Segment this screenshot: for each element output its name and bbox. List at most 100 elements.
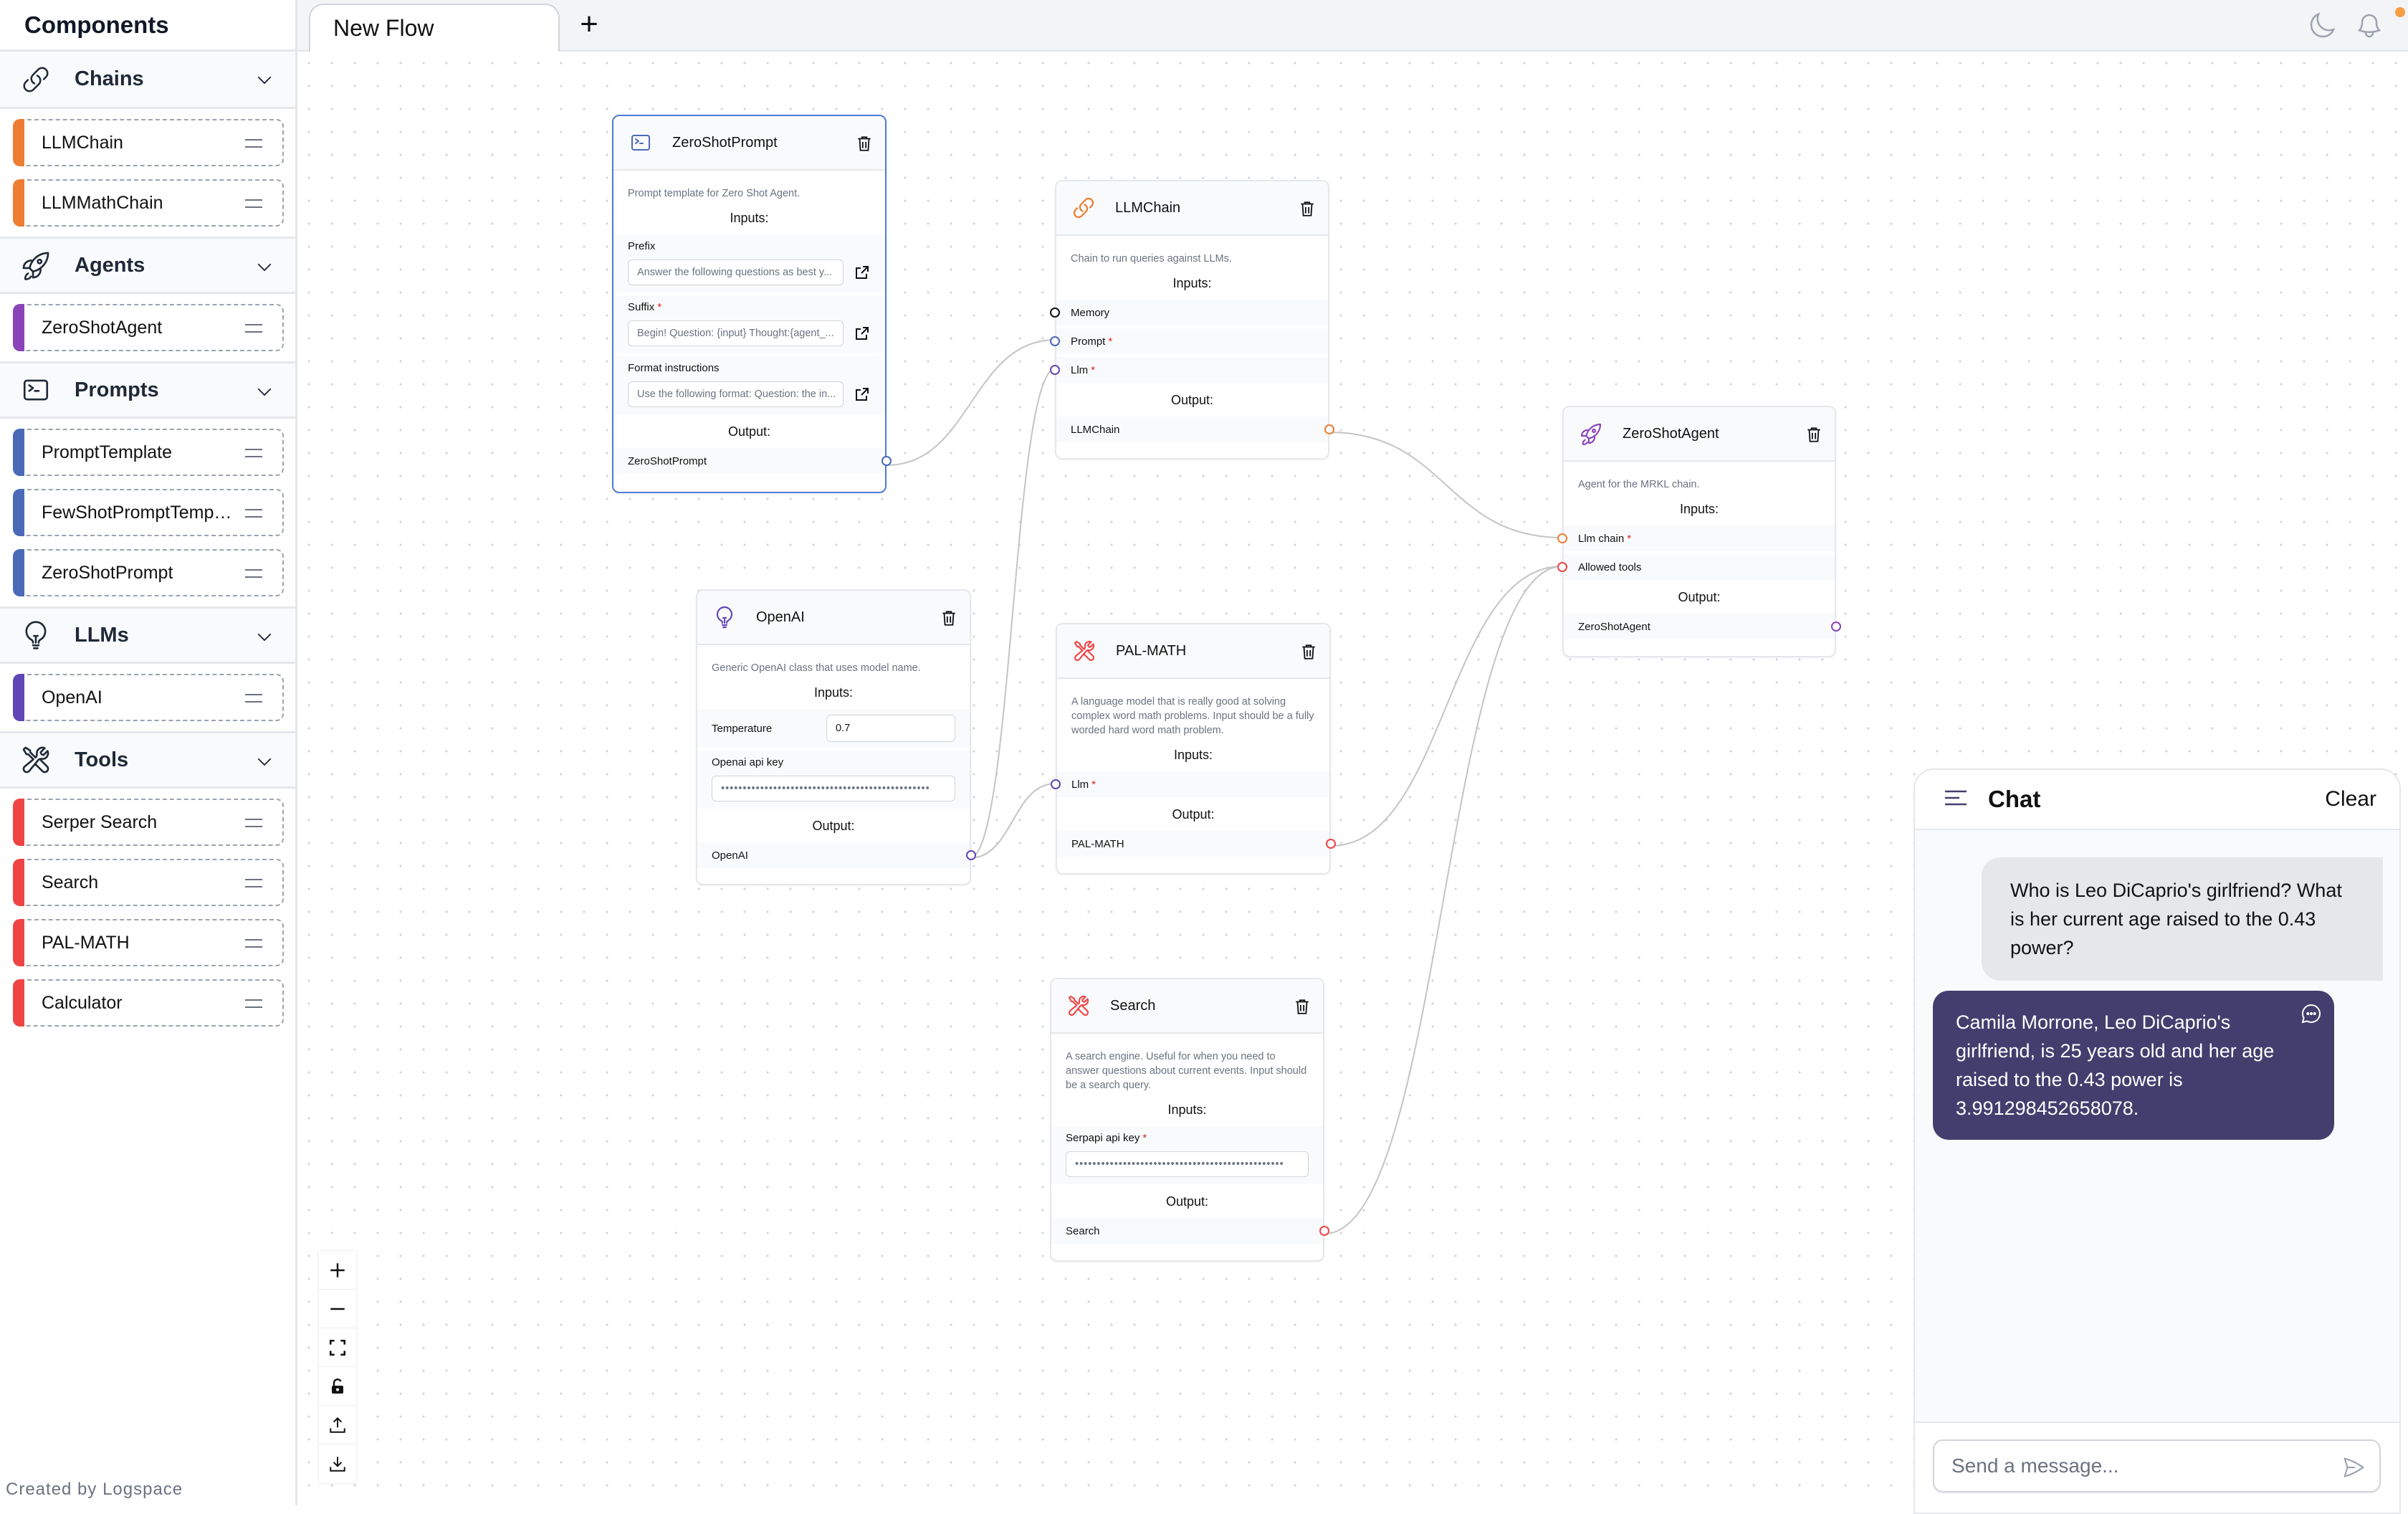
- color-bar: [13, 674, 24, 721]
- node-openai[interactable]: OpenAI Generic OpenAI class that uses mo…: [696, 589, 976, 885]
- output-handle[interactable]: [966, 850, 976, 860]
- component-fewshotprompttemplate[interactable]: FewShotPromptTemplate: [13, 489, 284, 536]
- category-chains[interactable]: Chains: [0, 52, 295, 109]
- inputs-heading: Inputs:: [1167, 1103, 1207, 1117]
- inputs-heading: Inputs:: [1172, 276, 1212, 290]
- add-tab-button[interactable]: +: [573, 9, 605, 42]
- lock-button[interactable]: [319, 1367, 356, 1406]
- trash-icon[interactable]: [1293, 996, 1312, 1017]
- category-tools[interactable]: Tools: [0, 731, 295, 789]
- drag-handle-icon[interactable]: [245, 694, 262, 703]
- input-handle[interactable]: [1557, 562, 1567, 572]
- lightbulb-icon: [20, 619, 52, 651]
- output-handle[interactable]: [1326, 839, 1336, 849]
- component-serper-search[interactable]: Serper Search: [13, 799, 284, 846]
- tab-new-flow[interactable]: New Flow: [309, 4, 560, 52]
- created-by-footer: Created by Logspace: [6, 1480, 183, 1499]
- output-handle[interactable]: [882, 456, 892, 466]
- category-items: LLMChain LLMMathChain: [0, 109, 295, 237]
- input-handle[interactable]: [1050, 336, 1060, 346]
- node-header[interactable]: Search: [1051, 979, 1323, 1034]
- output-row: LLMChain: [1056, 416, 1334, 442]
- chevron-down-icon[interactable]: [254, 256, 275, 277]
- trash-icon[interactable]: [1805, 424, 1823, 444]
- drag-handle-icon[interactable]: [245, 324, 262, 333]
- temperature-input[interactable]: 0.7: [826, 715, 955, 742]
- trash-icon[interactable]: [1298, 199, 1317, 219]
- category-label: Agents: [75, 253, 145, 277]
- chat-message-input[interactable]: Send a message...: [1933, 1439, 2381, 1492]
- fit-view-button[interactable]: [319, 1328, 356, 1367]
- node-search[interactable]: Search A search engine. Useful for when …: [1050, 978, 1329, 1262]
- output-heading: Output:: [812, 819, 855, 833]
- trash-icon[interactable]: [855, 133, 874, 153]
- component-zeroshotagent[interactable]: ZeroShotAgent: [13, 304, 284, 351]
- chevron-down-icon[interactable]: [254, 381, 275, 402]
- external-link-icon[interactable]: [854, 264, 871, 281]
- input-label: Llm: [1071, 778, 1089, 791]
- drag-handle-icon[interactable]: [245, 569, 262, 578]
- node-header[interactable]: PAL-MATH: [1057, 624, 1329, 679]
- import-button[interactable]: [319, 1444, 356, 1483]
- drag-handle-icon[interactable]: [245, 819, 262, 827]
- drag-handle-icon[interactable]: [245, 199, 262, 208]
- external-link-icon[interactable]: [854, 325, 871, 342]
- openai-api-key-input[interactable]: ••••••••••••••••••••••••••••••••••••••••…: [712, 776, 955, 801]
- input-handle[interactable]: [1051, 779, 1061, 789]
- chevron-down-icon[interactable]: [254, 69, 275, 90]
- input-handle[interactable]: [1050, 365, 1060, 375]
- component-llmmathchain[interactable]: LLMMathChain: [13, 179, 284, 227]
- category-agents[interactable]: Agents: [0, 237, 295, 294]
- component-prompttemplate[interactable]: PromptTemplate: [13, 429, 284, 476]
- field-format-instructions: Format instructions Use the following fo…: [613, 356, 885, 414]
- component-zeroshotprompt[interactable]: ZeroShotPrompt: [13, 549, 284, 596]
- input-handle[interactable]: [1557, 533, 1567, 543]
- output-handle[interactable]: [1324, 424, 1334, 434]
- component-search[interactable]: Search: [13, 859, 284, 906]
- clear-chat-button[interactable]: Clear: [2325, 787, 2376, 811]
- notification-bell-icon[interactable]: [2355, 11, 2384, 40]
- chevron-down-icon[interactable]: [254, 626, 275, 647]
- component-calculator[interactable]: Calculator: [13, 979, 284, 1027]
- drag-handle-icon[interactable]: [245, 939, 262, 948]
- input-handle[interactable]: [1050, 308, 1060, 318]
- component-openai[interactable]: OpenAI: [13, 674, 284, 721]
- chevron-down-icon[interactable]: [254, 751, 275, 772]
- prefix-input[interactable]: Answer the following questions as best y…: [628, 260, 844, 285]
- component-pal-math[interactable]: PAL-MATH: [13, 919, 284, 966]
- zoom-in-button[interactable]: [319, 1251, 356, 1290]
- drag-handle-icon[interactable]: [245, 879, 262, 887]
- drag-handle-icon[interactable]: [245, 999, 262, 1008]
- category-prompts[interactable]: Prompts: [0, 361, 295, 419]
- dark-mode-moon-icon[interactable]: [2308, 11, 2336, 40]
- node-header[interactable]: OpenAI: [697, 591, 970, 645]
- node-title: LLMChain: [1115, 199, 1181, 216]
- export-button[interactable]: [319, 1406, 356, 1444]
- node-pal-math[interactable]: PAL-MATH A language model that is really…: [1051, 623, 1336, 875]
- send-icon[interactable]: [2341, 1455, 2366, 1480]
- output-handle[interactable]: [1831, 622, 1841, 632]
- node-zeroshotprompt[interactable]: ZeroShotPrompt Prompt template for Zero …: [612, 115, 892, 493]
- component-llmchain[interactable]: LLMChain: [13, 119, 284, 166]
- node-llmchain[interactable]: LLMChain Chain to run queries against LL…: [1050, 180, 1334, 460]
- node-header[interactable]: LLMChain: [1056, 181, 1328, 236]
- node-header[interactable]: ZeroShotPrompt: [613, 116, 885, 171]
- output-handle[interactable]: [1319, 1226, 1329, 1236]
- component-label: PAL-MATH: [42, 932, 130, 953]
- menu-lines-icon[interactable]: [1945, 789, 1968, 811]
- zoom-out-button[interactable]: [319, 1290, 356, 1328]
- external-link-icon[interactable]: [854, 386, 871, 403]
- input-label: Prompt: [1071, 335, 1106, 348]
- drag-handle-icon[interactable]: [245, 449, 262, 457]
- drag-handle-icon[interactable]: [245, 139, 262, 148]
- node-header[interactable]: ZeroShotAgent: [1564, 407, 1835, 462]
- serpapi-api-key-input[interactable]: ••••••••••••••••••••••••••••••••••••••••…: [1066, 1151, 1309, 1177]
- category-llms[interactable]: LLMs: [0, 606, 295, 664]
- trash-icon[interactable]: [940, 608, 958, 628]
- drag-handle-icon[interactable]: [245, 509, 262, 518]
- format-instructions-input[interactable]: Use the following format: Question: the …: [628, 381, 844, 407]
- trash-icon[interactable]: [1299, 642, 1318, 662]
- node-zeroshotagent[interactable]: ZeroShotAgent Agent for the MRKL chain. …: [1557, 406, 1841, 657]
- chat-bubble-ellipsis-icon[interactable]: [2300, 1002, 2323, 1025]
- suffix-input[interactable]: Begin! Question: {input} Thought:{agent_…: [628, 320, 844, 346]
